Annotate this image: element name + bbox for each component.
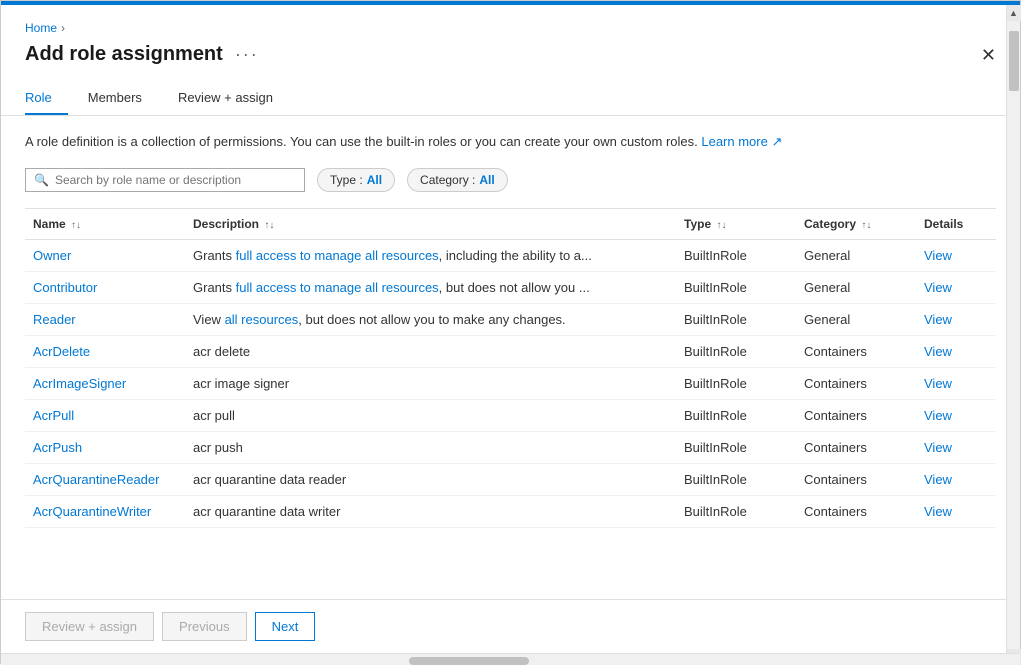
breadcrumb-chevron: › [61, 21, 65, 35]
table-row: Reader View all resources, but does not a… [25, 303, 996, 335]
role-name-link[interactable]: AcrPull [33, 408, 74, 423]
role-name-link[interactable]: AcrQuarantineWriter [33, 504, 151, 519]
sort-icon-name: ↑↓ [71, 220, 81, 231]
table-row: AcrPull acr pullBuiltInRoleContainers View [25, 399, 996, 431]
description-text: A role definition is a collection of per… [25, 132, 996, 152]
role-type: BuiltInRole [676, 303, 796, 335]
role-category: General [796, 303, 916, 335]
category-filter-badge[interactable]: Category : All [407, 168, 508, 192]
col-header-type[interactable]: Type ↑↓ [676, 209, 796, 240]
table-row: AcrQuarantineReader acr quarantine data r… [25, 463, 996, 495]
table-row: Contributor Grants full access to manage … [25, 271, 996, 303]
role-name-link[interactable]: AcrDelete [33, 344, 90, 359]
horizontal-scrollbar[interactable] [1, 653, 1020, 665]
search-box[interactable]: 🔍 [25, 168, 305, 192]
roles-table-wrapper: Name ↑↓ Description ↑↓ Type ↑↓ Category … [25, 208, 996, 528]
role-description: acr delete [185, 335, 676, 367]
review-assign-button[interactable]: Review + assign [25, 612, 154, 641]
role-category: Containers [796, 399, 916, 431]
role-type: BuiltInRole [676, 239, 796, 271]
sort-icon-description: ↑↓ [264, 220, 274, 231]
role-description: acr pull [185, 399, 676, 431]
sort-icon-type: ↑↓ [716, 220, 726, 231]
previous-button[interactable]: Previous [162, 612, 247, 641]
role-type: BuiltInRole [676, 335, 796, 367]
footer: Review + assign Previous Next [1, 599, 1020, 653]
role-category: General [796, 239, 916, 271]
role-name-link[interactable]: AcrQuarantineReader [33, 472, 159, 487]
page-title: Add role assignment [25, 43, 223, 66]
close-icon[interactable]: ✕ [981, 46, 996, 64]
role-description: Grants full access to manage all resourc… [185, 271, 676, 303]
role-type: BuiltInRole [676, 271, 796, 303]
table-row: AcrQuarantineWriter acr quarantine data w… [25, 495, 996, 527]
role-description: acr quarantine data reader [185, 463, 676, 495]
role-name-link[interactable]: AcrPush [33, 440, 82, 455]
view-details-link[interactable]: View [924, 280, 952, 295]
role-type: BuiltInRole [676, 367, 796, 399]
role-category: General [796, 271, 916, 303]
tab-review-assign[interactable]: Review + assign [162, 82, 289, 115]
learn-more-link[interactable]: Learn more ↗ [701, 134, 782, 149]
role-type: BuiltInRole [676, 495, 796, 527]
roles-table: Name ↑↓ Description ↑↓ Type ↑↓ Category … [25, 209, 996, 528]
breadcrumb: Home › [25, 21, 996, 35]
view-details-link[interactable]: View [924, 440, 952, 455]
search-icon: 🔍 [34, 173, 49, 187]
breadcrumb-home-link[interactable]: Home [25, 21, 57, 35]
col-header-details: Details [916, 209, 996, 240]
role-type: BuiltInRole [676, 399, 796, 431]
more-options-icon[interactable]: ··· [235, 44, 259, 65]
role-description: acr image signer [185, 367, 676, 399]
table-row: AcrDelete acr deleteBuiltInRoleContainers… [25, 335, 996, 367]
scrollbar-track [1007, 116, 1020, 599]
filters-row: 🔍 Type : All Category : All [25, 168, 996, 192]
next-button[interactable]: Next [255, 612, 316, 641]
role-name-link[interactable]: AcrImageSigner [33, 376, 126, 391]
role-name-link[interactable]: Owner [33, 248, 71, 263]
view-details-link[interactable]: View [924, 504, 952, 519]
role-description: View all resources, but does not allow y… [185, 303, 676, 335]
col-header-name[interactable]: Name ↑↓ [25, 209, 185, 240]
view-details-link[interactable]: View [924, 376, 952, 391]
table-row: AcrPush acr pushBuiltInRoleContainers View [25, 431, 996, 463]
role-description: acr push [185, 431, 676, 463]
tab-role[interactable]: Role [25, 82, 68, 115]
table-row: AcrImageSigner acr image signerBuiltInRol… [25, 367, 996, 399]
content-area: A role definition is a collection of per… [1, 116, 1020, 599]
view-details-link[interactable]: View [924, 344, 952, 359]
tabs-container: Role Members Review + assign [25, 82, 996, 115]
role-type: BuiltInRole [676, 431, 796, 463]
role-category: Containers [796, 367, 916, 399]
role-category: Containers [796, 495, 916, 527]
type-filter-badge[interactable]: Type : All [317, 168, 395, 192]
vertical-scrollbar[interactable]: ▲ ▼ [1006, 116, 1020, 599]
search-input[interactable] [55, 173, 296, 187]
col-header-category[interactable]: Category ↑↓ [796, 209, 916, 240]
view-details-link[interactable]: View [924, 408, 952, 423]
role-description: Grants full access to manage all resourc… [185, 239, 676, 271]
role-category: Containers [796, 463, 916, 495]
role-category: Containers [796, 335, 916, 367]
col-header-description[interactable]: Description ↑↓ [185, 209, 676, 240]
view-details-link[interactable]: View [924, 312, 952, 327]
role-category: Containers [796, 431, 916, 463]
sort-icon-category: ↑↓ [861, 220, 871, 231]
view-details-link[interactable]: View [924, 248, 952, 263]
table-row: Owner Grants full access to manage all re… [25, 239, 996, 271]
role-name-link[interactable]: Reader [33, 312, 76, 327]
tab-members[interactable]: Members [72, 82, 158, 115]
role-description: acr quarantine data writer [185, 495, 676, 527]
view-details-link[interactable]: View [924, 472, 952, 487]
role-type: BuiltInRole [676, 463, 796, 495]
role-name-link[interactable]: Contributor [33, 280, 97, 295]
